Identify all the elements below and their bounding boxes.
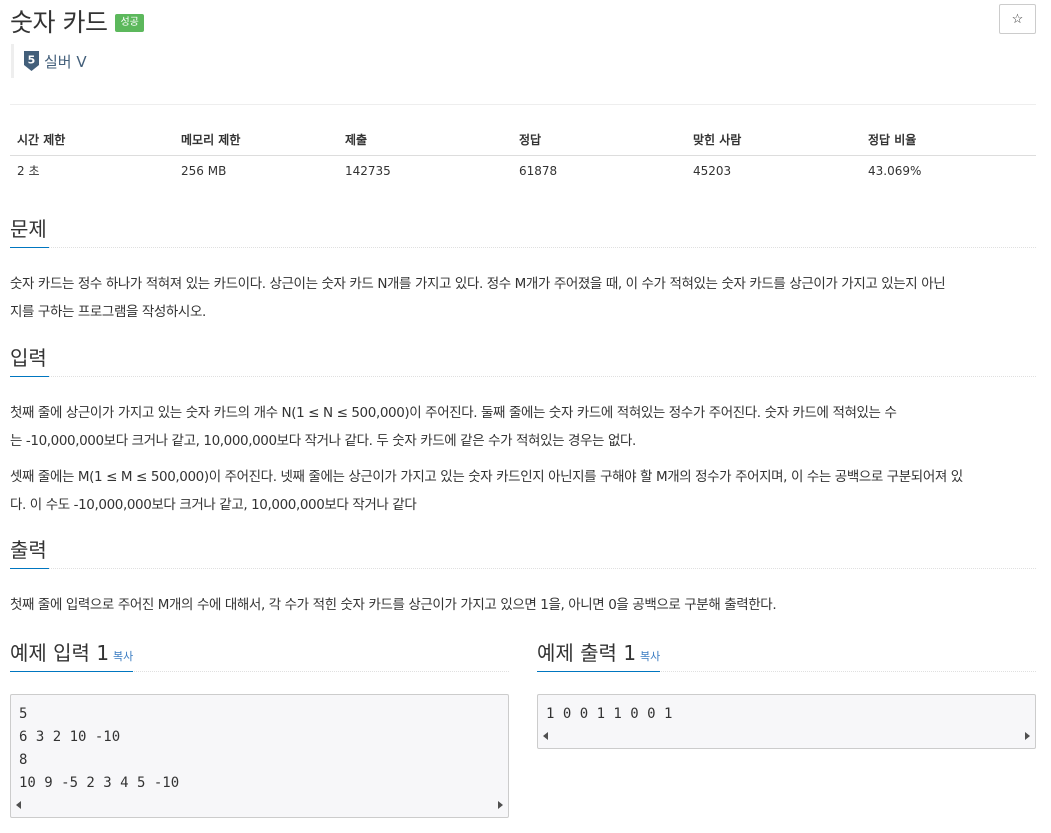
scroll-right-icon[interactable] (498, 801, 503, 809)
star-icon: ☆ (1011, 11, 1024, 26)
sample-input-content: 5 6 3 2 10 -10 8 10 9 -5 2 3 4 5 -10 (19, 706, 180, 791)
time-limit-value: 2 초 (17, 164, 40, 179)
copy-input-button[interactable]: 복사 (113, 650, 133, 663)
sample-output-content: 1 0 0 1 1 0 0 1 (546, 706, 673, 722)
input-text-1: 첫째 줄에 상근이가 가지고 있는 숫자 카드의 개수 N(1 ≤ N ≤ 50… (10, 399, 1040, 455)
problem-info-table: 시간 제한 메모리 제한 제출 정답 맞힌 사람 정답 비율 2 초 256 M… (10, 124, 1036, 186)
sample-input-title: 예제 입력 1 (10, 641, 110, 665)
horizontal-scrollbar[interactable] (11, 797, 508, 813)
silver-tier-icon: 5 (24, 51, 39, 71)
input-text-2: 셋째 줄에는 M(1 ≤ M ≤ 500,000)이 주어진다. 넷째 줄에는 … (10, 463, 1040, 519)
solved-users-value[interactable]: 45203 (686, 155, 861, 186)
description-line: 지를 구하는 프로그램을 작성하시오. (10, 304, 206, 320)
sample-output-header: 예제 출력 1 복사 (537, 638, 1036, 672)
tier-info: 5 실버 V (11, 44, 87, 78)
output-text: 첫째 줄에 입력으로 주어진 M개의 수에 대해서, 각 수가 적힌 숫자 카드… (10, 591, 1040, 619)
submissions-value[interactable]: 142735 (338, 155, 512, 186)
status-badge: 성공 (115, 14, 144, 32)
output-section-header: 출력 (10, 535, 1036, 569)
description-text: 숫자 카드는 정수 하나가 적혀져 있는 카드이다. 상근이는 숫자 카드 N개… (10, 270, 1040, 326)
horizontal-scrollbar[interactable] (538, 728, 1035, 744)
header-accepted: 정답 (512, 124, 686, 156)
sample-input-heading: 예제 입력 1 복사 (10, 638, 134, 672)
problem-header: 숫자 카드 성공 (10, 4, 144, 38)
input-section-header: 입력 (10, 343, 1036, 377)
star-button[interactable]: ☆ (999, 4, 1036, 34)
scroll-left-icon[interactable] (16, 801, 21, 809)
accept-rate-value: 43.069% (868, 163, 922, 178)
header-submissions: 제출 (338, 124, 512, 156)
scroll-left-icon[interactable] (543, 732, 548, 740)
tier-label[interactable]: 실버 V (44, 51, 87, 72)
table-header-row: 시간 제한 메모리 제한 제출 정답 맞힌 사람 정답 비율 (10, 124, 1036, 156)
sample-output-heading: 예제 출력 1 복사 (537, 638, 661, 672)
input-line: 셋째 줄에는 M(1 ≤ M ≤ 500,000)이 주어진다. 넷째 줄에는 … (10, 469, 963, 485)
tier-number: 5 (28, 54, 36, 67)
description-section-header: 문제 (10, 214, 1036, 248)
sample-input-header: 예제 입력 1 복사 (10, 638, 509, 672)
input-line: 는 -10,000,000보다 크거나 같고, 10,000,000보다 작거나… (10, 433, 636, 449)
scroll-right-icon[interactable] (1025, 732, 1030, 740)
header-solved-users: 맞힌 사람 (686, 124, 861, 156)
copy-output-button[interactable]: 복사 (640, 650, 660, 663)
table-row: 2 초 256 MB 142735 61878 45203 43.069% (10, 155, 1036, 186)
input-line: 다. 이 수도 -10,000,000보다 크거나 같고, 10,000,000… (10, 497, 417, 513)
accepted-value[interactable]: 61878 (512, 155, 686, 186)
memory-limit-value: 256 MB (181, 163, 227, 178)
header-accept-rate: 정답 비율 (861, 124, 1036, 156)
description-line: 숫자 카드는 정수 하나가 적혀져 있는 카드이다. 상근이는 숫자 카드 N개… (10, 276, 946, 292)
header-time-limit: 시간 제한 (10, 124, 174, 156)
output-line: 첫째 줄에 입력으로 주어진 M개의 수에 대해서, 각 수가 적힌 숫자 카드… (10, 597, 777, 613)
page-title: 숫자 카드 (10, 8, 108, 37)
description-heading: 문제 (10, 214, 49, 248)
divider (10, 104, 1036, 105)
input-line: 첫째 줄에 상근이가 가지고 있는 숫자 카드의 개수 N(1 ≤ N ≤ 50… (10, 405, 897, 421)
sample-output-title: 예제 출력 1 (537, 641, 637, 665)
sample-input-box[interactable]: 5 6 3 2 10 -10 8 10 9 -5 2 3 4 5 -10 (10, 694, 509, 818)
output-heading: 출력 (10, 535, 49, 569)
sample-output-box[interactable]: 1 0 0 1 1 0 0 1 (537, 694, 1036, 749)
header-memory-limit: 메모리 제한 (174, 124, 338, 156)
input-heading: 입력 (10, 343, 49, 377)
